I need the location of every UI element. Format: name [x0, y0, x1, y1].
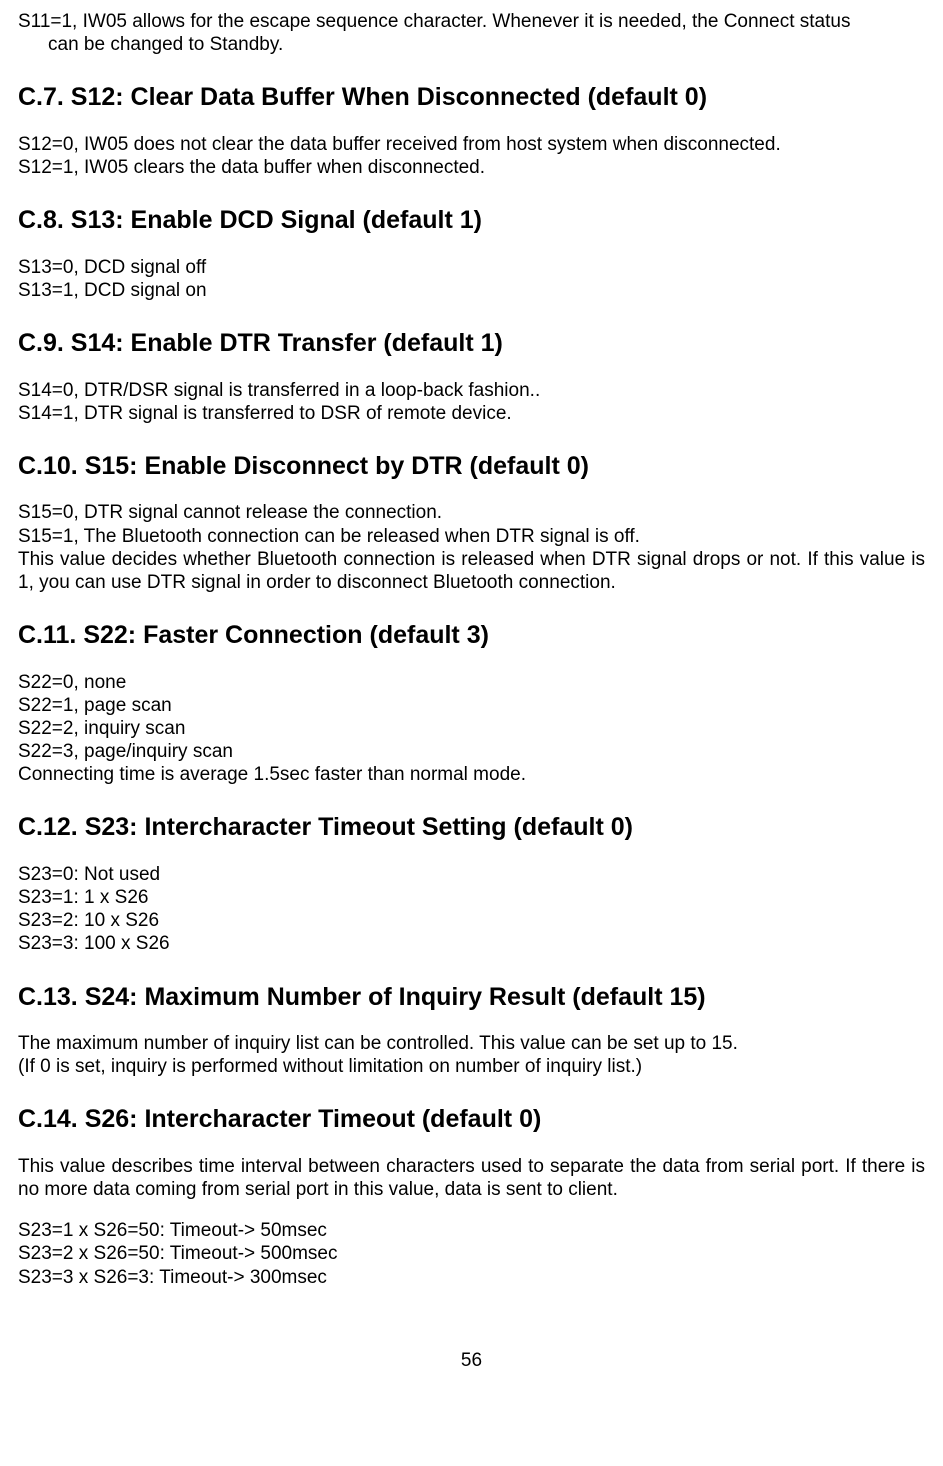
c8-line2: S13=1, DCD signal on	[18, 279, 925, 302]
section-c7-body: S12=0, IW05 does not clear the data buff…	[18, 133, 925, 179]
c14-line4: S23=3 x S26=3: Timeout-> 300msec	[18, 1266, 925, 1289]
section-c11-body: S22=0, none S22=1, page scan S22=2, inqu…	[18, 671, 925, 787]
c10-line3: This value decides whether Bluetooth con…	[18, 548, 925, 594]
intro-line1: S11=1, IW05 allows for the escape sequen…	[18, 11, 850, 32]
heading-c8: C.8. S13: Enable DCD Signal (default 1)	[18, 205, 925, 236]
c11-line4: S22=3, page/inquiry scan	[18, 740, 925, 763]
c14-line2: S23=1 x S26=50: Timeout-> 50msec	[18, 1219, 925, 1242]
c8-line1: S13=0, DCD signal off	[18, 256, 925, 279]
c13-line1: The maximum number of inquiry list can b…	[18, 1032, 925, 1055]
heading-c14: C.14. S26: Intercharacter Timeout (defau…	[18, 1104, 925, 1135]
c13-line2: (If 0 is set, inquiry is performed witho…	[18, 1055, 925, 1078]
heading-c10: C.10. S15: Enable Disconnect by DTR (def…	[18, 451, 925, 482]
c9-line2: S14=1, DTR signal is transferred to DSR …	[18, 402, 925, 425]
c12-line4: S23=3: 100 x S26	[18, 932, 925, 955]
c11-line5: Connecting time is average 1.5sec faster…	[18, 763, 925, 786]
c14-line1: This value describes time interval betwe…	[18, 1155, 925, 1201]
intro-line2: can be changed to Standby.	[18, 33, 283, 56]
heading-c12: C.12. S23: Intercharacter Timeout Settin…	[18, 812, 925, 843]
section-c12-body: S23=0: Not used S23=1: 1 x S26 S23=2: 10…	[18, 863, 925, 956]
c12-line1: S23=0: Not used	[18, 863, 925, 886]
section-c8-body: S13=0, DCD signal off S13=1, DCD signal …	[18, 256, 925, 302]
section-c10-body: S15=0, DTR signal cannot release the con…	[18, 501, 925, 594]
c10-line2: S15=1, The Bluetooth connection can be r…	[18, 525, 925, 548]
heading-c9: C.9. S14: Enable DTR Transfer (default 1…	[18, 328, 925, 359]
section-c14-body: This value describes time interval betwe…	[18, 1155, 925, 1289]
heading-c13: C.13. S24: Maximum Number of Inquiry Res…	[18, 982, 925, 1013]
intro-paragraph: S11=1, IW05 allows for the escape sequen…	[18, 10, 925, 56]
section-c9-body: S14=0, DTR/DSR signal is transferred in …	[18, 379, 925, 425]
page-number: 56	[18, 1349, 925, 1372]
c7-line2: S12=1, IW05 clears the data buffer when …	[18, 156, 925, 179]
c11-line3: S22=2, inquiry scan	[18, 717, 925, 740]
heading-c11: C.11. S22: Faster Connection (default 3)	[18, 620, 925, 651]
c11-line1: S22=0, none	[18, 671, 925, 694]
c11-line2: S22=1, page scan	[18, 694, 925, 717]
c12-line3: S23=2: 10 x S26	[18, 909, 925, 932]
c7-line1: S12=0, IW05 does not clear the data buff…	[18, 133, 925, 156]
heading-c7: C.7. S12: Clear Data Buffer When Disconn…	[18, 82, 925, 113]
c12-line2: S23=1: 1 x S26	[18, 886, 925, 909]
c14-line3: S23=2 x S26=50: Timeout-> 500msec	[18, 1242, 925, 1265]
section-c13-body: The maximum number of inquiry list can b…	[18, 1032, 925, 1078]
c9-line1: S14=0, DTR/DSR signal is transferred in …	[18, 379, 925, 402]
c10-line1: S15=0, DTR signal cannot release the con…	[18, 501, 925, 524]
